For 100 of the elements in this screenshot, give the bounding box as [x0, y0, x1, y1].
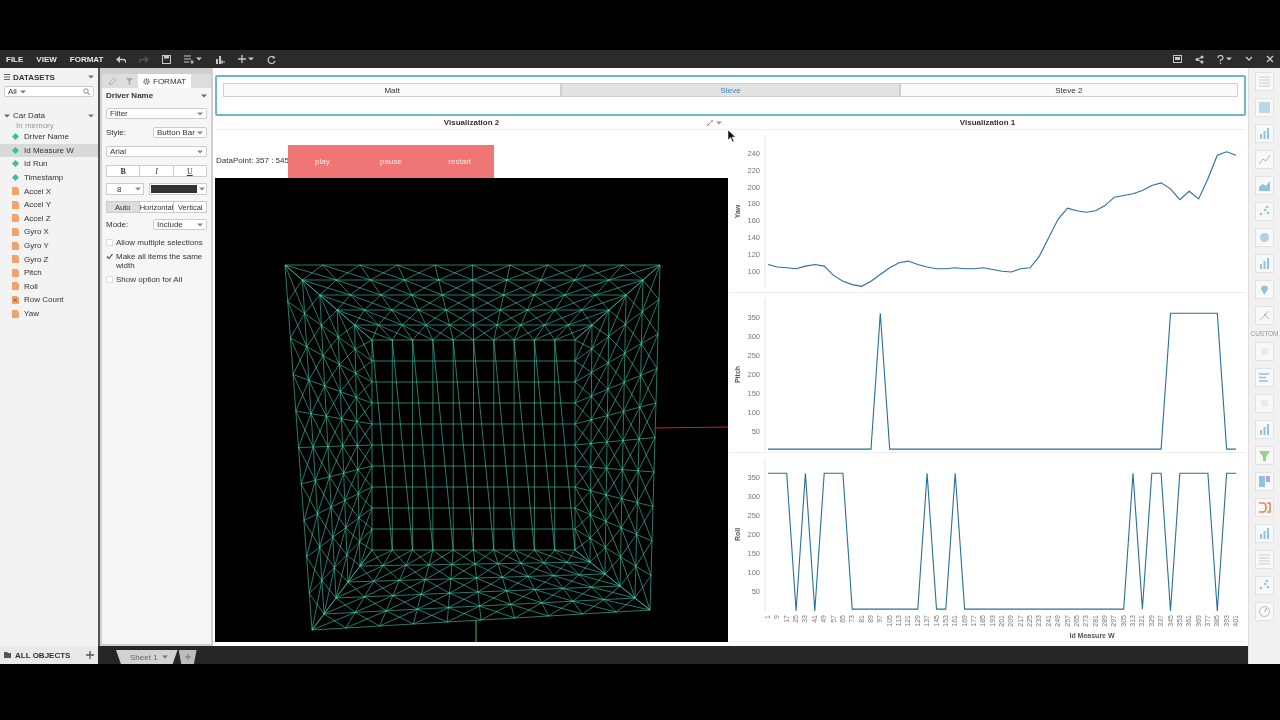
- add-icon[interactable]: [86, 651, 94, 659]
- dropdown[interactable]: Include: [153, 219, 207, 230]
- field-item[interactable]: Accel Y: [0, 197, 98, 212]
- cursor-icon: [728, 130, 736, 142]
- checkbox[interactable]: [106, 253, 113, 260]
- field-label: Style:: [106, 128, 126, 137]
- document-icon: [12, 295, 19, 304]
- caret-icon[interactable]: [716, 120, 722, 126]
- panel-tab[interactable]: FORMAT: [138, 74, 192, 88]
- expand-icon[interactable]: [707, 120, 713, 126]
- horizontal-bar-icon[interactable]: [1255, 368, 1274, 387]
- column-chart-icon[interactable]: [1255, 524, 1274, 543]
- dropdown[interactable]: Filter: [106, 108, 207, 119]
- pivot-table-icon[interactable]: [1255, 98, 1274, 117]
- funnel-chart-icon[interactable]: [1255, 446, 1274, 465]
- window-icon[interactable]: [1173, 55, 1182, 63]
- field-item[interactable]: Accel X: [0, 184, 98, 198]
- option-label: Show option for All: [116, 275, 183, 284]
- add-sheet-button[interactable]: [178, 650, 197, 664]
- caret-icon[interactable]: [88, 112, 94, 119]
- menu-item[interactable]: FILE: [6, 54, 24, 64]
- field-item[interactable]: Gyro X: [0, 225, 98, 239]
- dataset-name[interactable]: Car Data: [13, 111, 45, 120]
- text-style-button[interactable]: B: [107, 166, 141, 176]
- visualization-title: Visualization 2: [443, 118, 500, 127]
- field-item[interactable]: Gyro Z: [0, 252, 98, 266]
- pencil-icon: [109, 77, 116, 85]
- refresh-icon[interactable]: [267, 54, 277, 64]
- field-item[interactable]: Driver Name: [0, 130, 98, 144]
- scatter-plot-icon[interactable]: [1255, 576, 1274, 595]
- filter-button[interactable]: Matt: [223, 83, 562, 97]
- plus-icon[interactable]: [238, 55, 247, 63]
- map-pin-icon[interactable]: [1255, 280, 1274, 299]
- save-icon[interactable]: [162, 54, 172, 64]
- field-item[interactable]: Id Run: [0, 157, 98, 171]
- expand-caret-icon[interactable]: [4, 112, 10, 119]
- caret-icon: [248, 56, 255, 62]
- line-chart-icon[interactable]: [1255, 150, 1274, 169]
- panel-title: DATASETS: [13, 72, 55, 82]
- field-title: Driver Name: [106, 91, 154, 100]
- option-label: Allow multiple selections: [116, 238, 203, 247]
- dropdown[interactable]: Button Bar: [153, 127, 207, 138]
- chevron-icon[interactable]: [1245, 56, 1253, 62]
- field-item[interactable]: Pitch: [0, 265, 98, 280]
- field-item[interactable]: Row Count: [0, 293, 98, 307]
- network-icon[interactable]: [1255, 306, 1274, 325]
- field-item[interactable]: Yaw: [0, 306, 98, 321]
- axis-line: [475, 619, 477, 642]
- caret-icon: [197, 129, 203, 136]
- menu-item[interactable]: FORMAT: [69, 54, 104, 64]
- search-field[interactable]: All: [4, 86, 94, 97]
- status-text: In memory: [15, 121, 55, 130]
- text-style-button[interactable]: U: [173, 166, 206, 176]
- treemap-icon[interactable]: [1255, 472, 1274, 491]
- close-icon[interactable]: [1266, 55, 1274, 63]
- bubble-chart-icon[interactable]: [1255, 228, 1274, 247]
- folder-icon: [4, 652, 11, 658]
- field-item[interactable]: Timestamp: [0, 170, 98, 185]
- visualization-title: Visualization 1: [959, 118, 1016, 127]
- caret-icon[interactable]: [201, 92, 207, 99]
- field-item[interactable]: Id Measure W: [0, 143, 98, 158]
- dropdown[interactable]: Arial: [106, 146, 207, 157]
- column-chart-icon[interactable]: [1255, 420, 1274, 439]
- caret-icon: [1226, 56, 1232, 62]
- field-item[interactable]: Accel Z: [0, 211, 98, 226]
- caret-icon: [197, 148, 203, 155]
- menu-item[interactable]: VIEW: [36, 54, 57, 64]
- caret-icon: [135, 186, 141, 192]
- caret-icon: [197, 221, 203, 228]
- document-icon: [12, 309, 19, 318]
- font-size-dropdown[interactable]: 8: [106, 183, 144, 195]
- text-style-button[interactable]: I: [140, 166, 174, 176]
- color-picker[interactable]: [149, 183, 207, 195]
- caret-icon: [196, 56, 203, 62]
- share-icon[interactable]: [1195, 54, 1204, 64]
- field-item[interactable]: Roll: [0, 279, 98, 294]
- caret-icon: [197, 110, 203, 117]
- bar-chart-icon[interactable]: [1255, 124, 1274, 143]
- scatter-plot-icon[interactable]: [1255, 202, 1274, 221]
- gear-icon: [143, 77, 150, 85]
- add-chart-icon[interactable]: [215, 54, 226, 64]
- column-chart-icon[interactable]: [1255, 254, 1274, 273]
- field-label: Mode:: [106, 220, 129, 229]
- filter-icon: [126, 77, 133, 85]
- list-icon: [4, 74, 10, 80]
- filter-button[interactable]: Steve 2: [899, 83, 1238, 97]
- undo-icon[interactable]: [116, 54, 127, 64]
- field-item[interactable]: Gyro Y: [0, 238, 98, 253]
- gauge-icon[interactable]: [1255, 602, 1274, 621]
- help-icon[interactable]: [1217, 54, 1224, 64]
- caret-icon: [161, 654, 168, 660]
- caret-icon: [199, 186, 205, 192]
- add-list-icon[interactable]: [184, 54, 195, 64]
- sheet-tab[interactable]: Sheet 1: [116, 650, 178, 664]
- search-icon: [83, 88, 90, 95]
- custom-chart-icon[interactable]: [1255, 498, 1274, 517]
- area-chart-icon[interactable]: [1255, 176, 1274, 195]
- plus-icon: [184, 654, 191, 660]
- caret-icon[interactable]: [88, 74, 94, 80]
- redo-icon[interactable]: [139, 54, 150, 64]
